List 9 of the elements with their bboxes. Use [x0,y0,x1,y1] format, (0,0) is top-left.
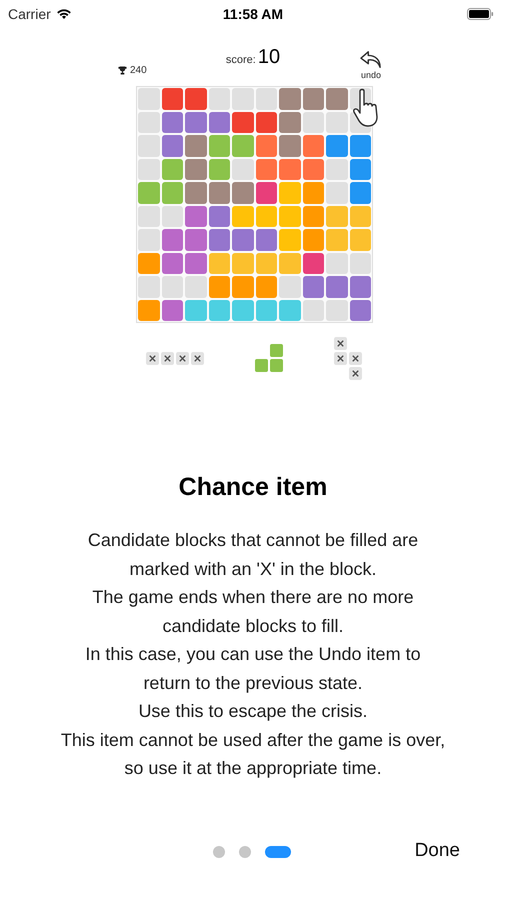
carrier-name: Carrier [8,6,51,22]
best-score: 240 [130,65,147,76]
score-value: 10 [258,46,280,69]
done-button[interactable]: Done [408,838,466,864]
tutorial-description: Candidate blocks that cannot be filled are marked with an 'X' in the block. The game ends when there are no more candidate blocks to fill. In this case, you can use the Undo item to return to the previous state. Use this to escape the crisis. This item cannot be used after the game is over, so use it at the appropriate time. [60,529,446,780]
undo-label: undo [360,70,382,80]
clock-time: 11:58 AM [222,6,284,22]
score-label: score: [226,54,256,66]
tutorial-title: Chance item [178,473,328,502]
